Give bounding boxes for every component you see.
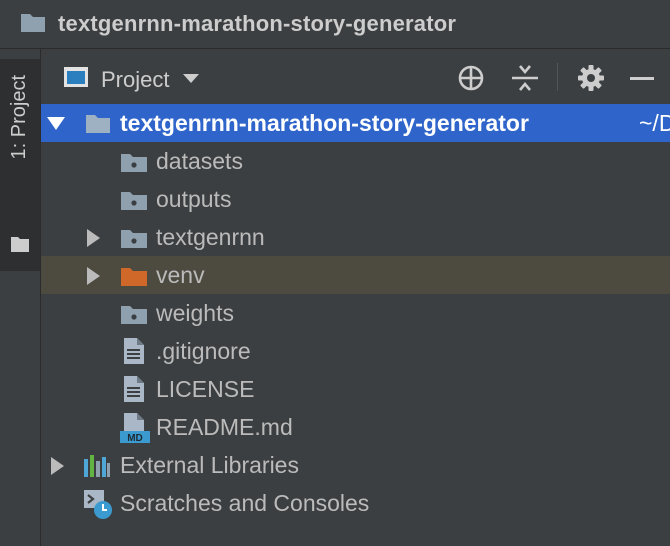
- tree-root-item[interactable]: textgenrnn-marathon-story-generator ~/D: [41, 104, 670, 142]
- tree-item-venv[interactable]: venv: [41, 256, 670, 294]
- tree-item-label: outputs: [156, 186, 232, 212]
- project-tab-label: 1: Project: [8, 75, 30, 160]
- tree-item-label: weights: [156, 300, 234, 326]
- expand-arrow-icon[interactable]: [87, 267, 101, 290]
- project-view-icon: [63, 65, 89, 94]
- tree-item-label: LICENSE: [156, 376, 255, 402]
- folder-icon: [120, 189, 148, 216]
- tree-item-textgenrnn[interactable]: textgenrnn: [41, 218, 670, 256]
- excluded-folder-icon: [120, 265, 148, 292]
- window-title: textgenrnn-marathon-story-generator: [58, 11, 457, 36]
- folder-icon: [20, 11, 46, 38]
- tree-root-path: ~/D: [639, 110, 670, 136]
- markdown-file-icon: MD: [119, 412, 151, 449]
- tree-item-label: README.md: [156, 414, 293, 440]
- tree-item-scratches[interactable]: Scratches and Consoles: [41, 484, 670, 522]
- tree-item-datasets[interactable]: datasets: [41, 142, 670, 180]
- folder-icon: [120, 303, 148, 330]
- gear-icon[interactable]: [577, 64, 605, 97]
- tree-item-weights[interactable]: weights: [41, 294, 670, 332]
- tree-item-label: Scratches and Consoles: [120, 490, 370, 516]
- header-separator: [557, 63, 558, 91]
- tree-item-label: datasets: [156, 148, 243, 174]
- expand-arrow-icon[interactable]: [51, 457, 65, 480]
- expand-arrow-icon[interactable]: [87, 229, 101, 252]
- text-file-icon: [123, 337, 145, 370]
- minimize-icon[interactable]: [629, 64, 655, 97]
- locate-icon[interactable]: [457, 64, 485, 97]
- project-tool-tab[interactable]: 1: Project: [0, 59, 40, 271]
- chevron-down-icon: [183, 71, 200, 89]
- tree-item-readme[interactable]: MD README.md: [41, 408, 670, 446]
- tree-item-label: textgenrnn: [156, 224, 265, 250]
- folder-icon: [120, 227, 148, 254]
- md-badge-text: MD: [127, 433, 143, 444]
- tool-window-stripe: 1: Project: [0, 49, 41, 546]
- text-file-icon: [123, 375, 145, 408]
- expand-arrow-icon[interactable]: [47, 117, 65, 136]
- tree-item-label: textgenrnn-marathon-story-generator: [120, 110, 529, 136]
- tree-item-license[interactable]: LICENSE: [41, 370, 670, 408]
- tree-item-label: .gitignore: [156, 338, 251, 364]
- folder-icon: [10, 235, 30, 258]
- tree-item-label: External Libraries: [120, 452, 299, 478]
- project-view-selector[interactable]: Project: [63, 65, 200, 94]
- folder-icon: [120, 151, 148, 178]
- collapse-all-icon[interactable]: [511, 64, 539, 97]
- project-view-label: Project: [101, 66, 170, 92]
- folder-icon: [85, 112, 111, 139]
- title-bar: textgenrnn-marathon-story-generator: [0, 0, 670, 49]
- project-tree[interactable]: textgenrnn-marathon-story-generator ~/D …: [41, 103, 670, 546]
- library-icon: [83, 453, 111, 482]
- scratches-icon: [83, 488, 113, 525]
- tool-window-header: Project: [41, 49, 670, 104]
- tree-item-gitignore[interactable]: .gitignore: [41, 332, 670, 370]
- tree-item-outputs[interactable]: outputs: [41, 180, 670, 218]
- tree-item-label: venv: [156, 262, 205, 288]
- tree-item-external-libraries[interactable]: External Libraries: [41, 446, 670, 484]
